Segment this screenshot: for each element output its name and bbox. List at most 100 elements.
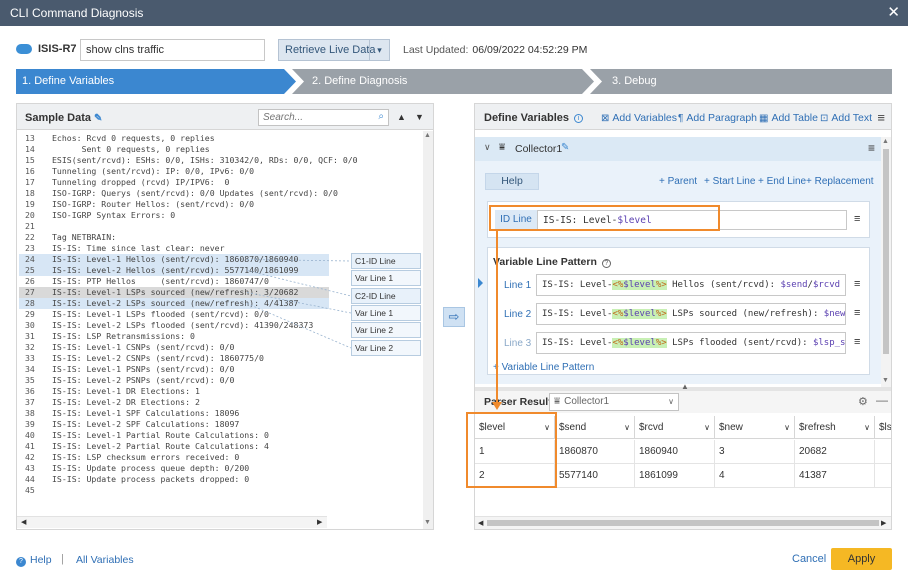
horizontal-scrollbar[interactable]: ◀ ▶ — [17, 516, 327, 528]
caret-up-icon[interactable]: ▲ — [681, 382, 689, 391]
transfer-arrow-icon[interactable]: ⇨ — [443, 307, 465, 327]
code-line[interactable]: 29 IS-IS: Level-1 LSPs flooded (sent/rcvd… — [19, 309, 329, 320]
add-start-line-link[interactable]: + Start Line — [704, 176, 755, 187]
add-end-line-link[interactable]: + End Line — [758, 176, 806, 187]
step-define-diagnosis[interactable]: 2. Define Diagnosis — [292, 69, 594, 94]
close-icon[interactable]: ✕ — [887, 3, 900, 21]
code-line[interactable]: 20 ISO-IGRP Syntax Errors: 0 — [19, 210, 329, 221]
code-line[interactable]: 26 IS-IS: PTP Hellos (sent/rcvd): 1860747… — [19, 276, 329, 287]
arrow-up-icon[interactable]: ▲ — [397, 112, 406, 122]
column-header[interactable]: $rcvd ∨ — [635, 416, 715, 439]
help-button[interactable]: Help — [485, 173, 539, 190]
collector-header[interactable]: ∨ ⩸ Collector1 ✎ ≡ — [475, 137, 881, 161]
retrieve-live-data-button[interactable]: Retrieve Live Data ▾ — [278, 39, 390, 61]
column-header[interactable]: $refresh ∨ — [795, 416, 875, 439]
code-line[interactable]: 40 IS-IS: Level-1 Partial Route Calculati… — [19, 430, 329, 441]
code-line[interactable]: 15 ESIS(sent/rcvd): ESHs: 0/0, ISHs: 3103… — [19, 155, 358, 166]
code-line[interactable]: 25 IS-IS: Level-2 Hellos (sent/rcvd): 557… — [19, 265, 329, 276]
vertical-scrollbar[interactable]: ▲ ▼ — [881, 137, 891, 387]
step-debug[interactable]: 3. Debug — [590, 69, 892, 94]
menu-icon[interactable]: ≡ — [854, 278, 860, 290]
add-variables-link[interactable]: ⊠ Add Variables — [601, 112, 677, 124]
scroll-left-icon[interactable]: ◀ — [21, 518, 26, 526]
variable-mapping-box[interactable]: Var Line 2 — [351, 340, 421, 356]
code-line[interactable]: 33 IS-IS: Level-2 CSNPs (sent/rcvd): 1860… — [19, 353, 329, 364]
collector-select[interactable]: ⩸ Collector1 ∨ — [549, 393, 679, 411]
column-header[interactable]: $ls — [875, 416, 891, 439]
code-line[interactable]: 21 — [19, 221, 329, 232]
minimize-icon[interactable]: — — [876, 393, 888, 407]
pattern-line-field[interactable]: IS-IS: Level-<%$level%> LSPs flooded (se… — [536, 332, 846, 354]
variable-mapping-box[interactable]: Var Line 1 — [351, 270, 421, 286]
scroll-up-icon[interactable]: ▲ — [882, 138, 889, 145]
code-line[interactable]: 39 IS-IS: Level-2 SPF Calculations: 18097 — [19, 419, 329, 430]
code-line[interactable]: 30 IS-IS: Level-2 LSPs flooded (sent/rcvd… — [19, 320, 329, 331]
code-line[interactable]: 16 Tunneling (sent/rcvd): IP: 0/0, IPv6: … — [19, 166, 329, 177]
code-line[interactable]: 28 IS-IS: Level-2 LSPs sourced (new/refre… — [19, 298, 329, 309]
chevron-down-icon[interactable]: ∨ — [864, 423, 870, 432]
column-header[interactable]: $send ∨ — [555, 416, 635, 439]
code-line[interactable]: 17 Tunneling dropped (rcvd) IP/IPV6: 0 — [19, 177, 329, 188]
code-line[interactable]: 41 IS-IS: Level-2 Partial Route Calculati… — [19, 441, 329, 452]
all-variables-link[interactable]: All Variables — [76, 554, 134, 566]
scroll-up-icon[interactable]: ▲ — [424, 132, 431, 139]
pattern-line-field[interactable]: IS-IS: Level-<%$level%> Hellos (sent/rcv… — [536, 274, 846, 296]
code-line[interactable]: 13 Echos: Rcvd 0 requests, 0 replies — [19, 133, 329, 144]
menu-icon[interactable]: ≡ — [877, 110, 885, 125]
chevron-down-icon[interactable]: ▾ — [369, 40, 389, 60]
search-box[interactable]: ⌕ — [258, 109, 389, 126]
arrow-down-icon[interactable]: ▼ — [415, 112, 424, 122]
menu-icon[interactable]: ≡ — [854, 336, 860, 348]
search-icon[interactable]: ⌕ — [378, 111, 384, 122]
code-line[interactable]: 31 IS-IS: LSP Retransmissions: 0 — [19, 331, 329, 342]
pattern-line-field[interactable]: IS-IS: Level-<%$level%> LSPs sourced (ne… — [536, 303, 846, 325]
code-line[interactable]: 23 IS-IS: Time since last clear: never — [19, 243, 329, 254]
code-line[interactable]: 19 ISO-IGRP: Router Hellos: (sent/rcvd): … — [19, 199, 329, 210]
gear-icon[interactable]: ⚙ — [858, 395, 868, 408]
code-line[interactable]: 32 IS-IS: Level-1 CSNPs (sent/rcvd): 0/0 — [19, 342, 329, 353]
chevron-down-icon[interactable]: ∨ — [704, 423, 710, 432]
scroll-down-icon[interactable]: ▼ — [882, 377, 889, 384]
column-header[interactable]: $new ∨ — [715, 416, 795, 439]
add-parent-link[interactable]: + Parent — [659, 176, 697, 187]
chevron-down-icon[interactable]: ∨ — [668, 397, 674, 406]
code-line[interactable]: 37 IS-IS: Level-2 DR Elections: 2 — [19, 397, 329, 408]
chevron-down-icon[interactable]: ∨ — [484, 142, 491, 153]
command-input[interactable]: show clns traffic — [80, 39, 265, 61]
code-line[interactable]: 43 IS-IS: Update process queue depth: 0/2… — [19, 463, 329, 474]
code-line[interactable]: 24 IS-IS: Level-1 Hellos (sent/rcvd): 186… — [19, 254, 329, 265]
code-line[interactable]: 36 IS-IS: Level-1 DR Elections: 1 — [19, 386, 329, 397]
pencil-icon[interactable]: ✎ — [94, 113, 102, 124]
chevron-down-icon[interactable]: ∨ — [784, 423, 790, 432]
apply-button[interactable]: Apply — [831, 548, 892, 570]
chevron-down-icon[interactable]: ∨ — [624, 423, 630, 432]
variable-mapping-box[interactable]: Var Line 2 — [351, 322, 421, 338]
code-line[interactable]: 45 — [19, 485, 329, 496]
add-variable-line-pattern-link[interactable]: + Variable Line Pattern — [493, 362, 594, 373]
scrollbar-thumb[interactable] — [487, 520, 879, 526]
scroll-down-icon[interactable]: ▼ — [424, 519, 431, 526]
help-icon[interactable]: ? — [601, 259, 611, 268]
add-replacement-link[interactable]: + Replacement — [806, 176, 874, 187]
variable-mapping-box[interactable]: C1-ID Line — [351, 253, 421, 269]
help-link[interactable]: ? Help — [16, 554, 52, 567]
code-line[interactable]: 22 Tag NETBRAIN: — [19, 232, 329, 243]
scroll-right-icon[interactable]: ▶ — [881, 519, 886, 527]
code-line[interactable]: 44 IS-IS: Update process packets dropped:… — [19, 474, 329, 485]
add-text-link[interactable]: ⊡ Add Text — [820, 112, 872, 124]
add-table-link[interactable]: ▦ Add Table — [759, 112, 818, 124]
cancel-button[interactable]: Cancel — [792, 553, 826, 565]
scrollbar-thumb[interactable] — [883, 149, 889, 354]
scroll-right-icon[interactable]: ▶ — [317, 518, 322, 526]
menu-icon[interactable]: ≡ — [868, 141, 875, 155]
code-line[interactable]: 14 Sent 0 requests, 0 replies — [19, 144, 329, 155]
variable-mapping-box[interactable]: Var Line 1 — [351, 305, 421, 321]
scroll-left-icon[interactable]: ◀ — [478, 519, 483, 527]
code-line[interactable]: 38 IS-IS: Level-1 SPF Calculations: 18096 — [19, 408, 329, 419]
info-icon[interactable]: i — [574, 114, 584, 123]
step-define-variables[interactable]: 1. Define Variables — [16, 69, 296, 94]
variable-mapping-box[interactable]: C2-ID Line — [351, 288, 421, 304]
add-paragraph-link[interactable]: ¶ Add Paragraph — [678, 112, 757, 124]
code-line[interactable]: 34 IS-IS: Level-1 PSNPs (sent/rcvd): 0/0 — [19, 364, 329, 375]
pencil-icon[interactable]: ✎ — [561, 142, 569, 153]
